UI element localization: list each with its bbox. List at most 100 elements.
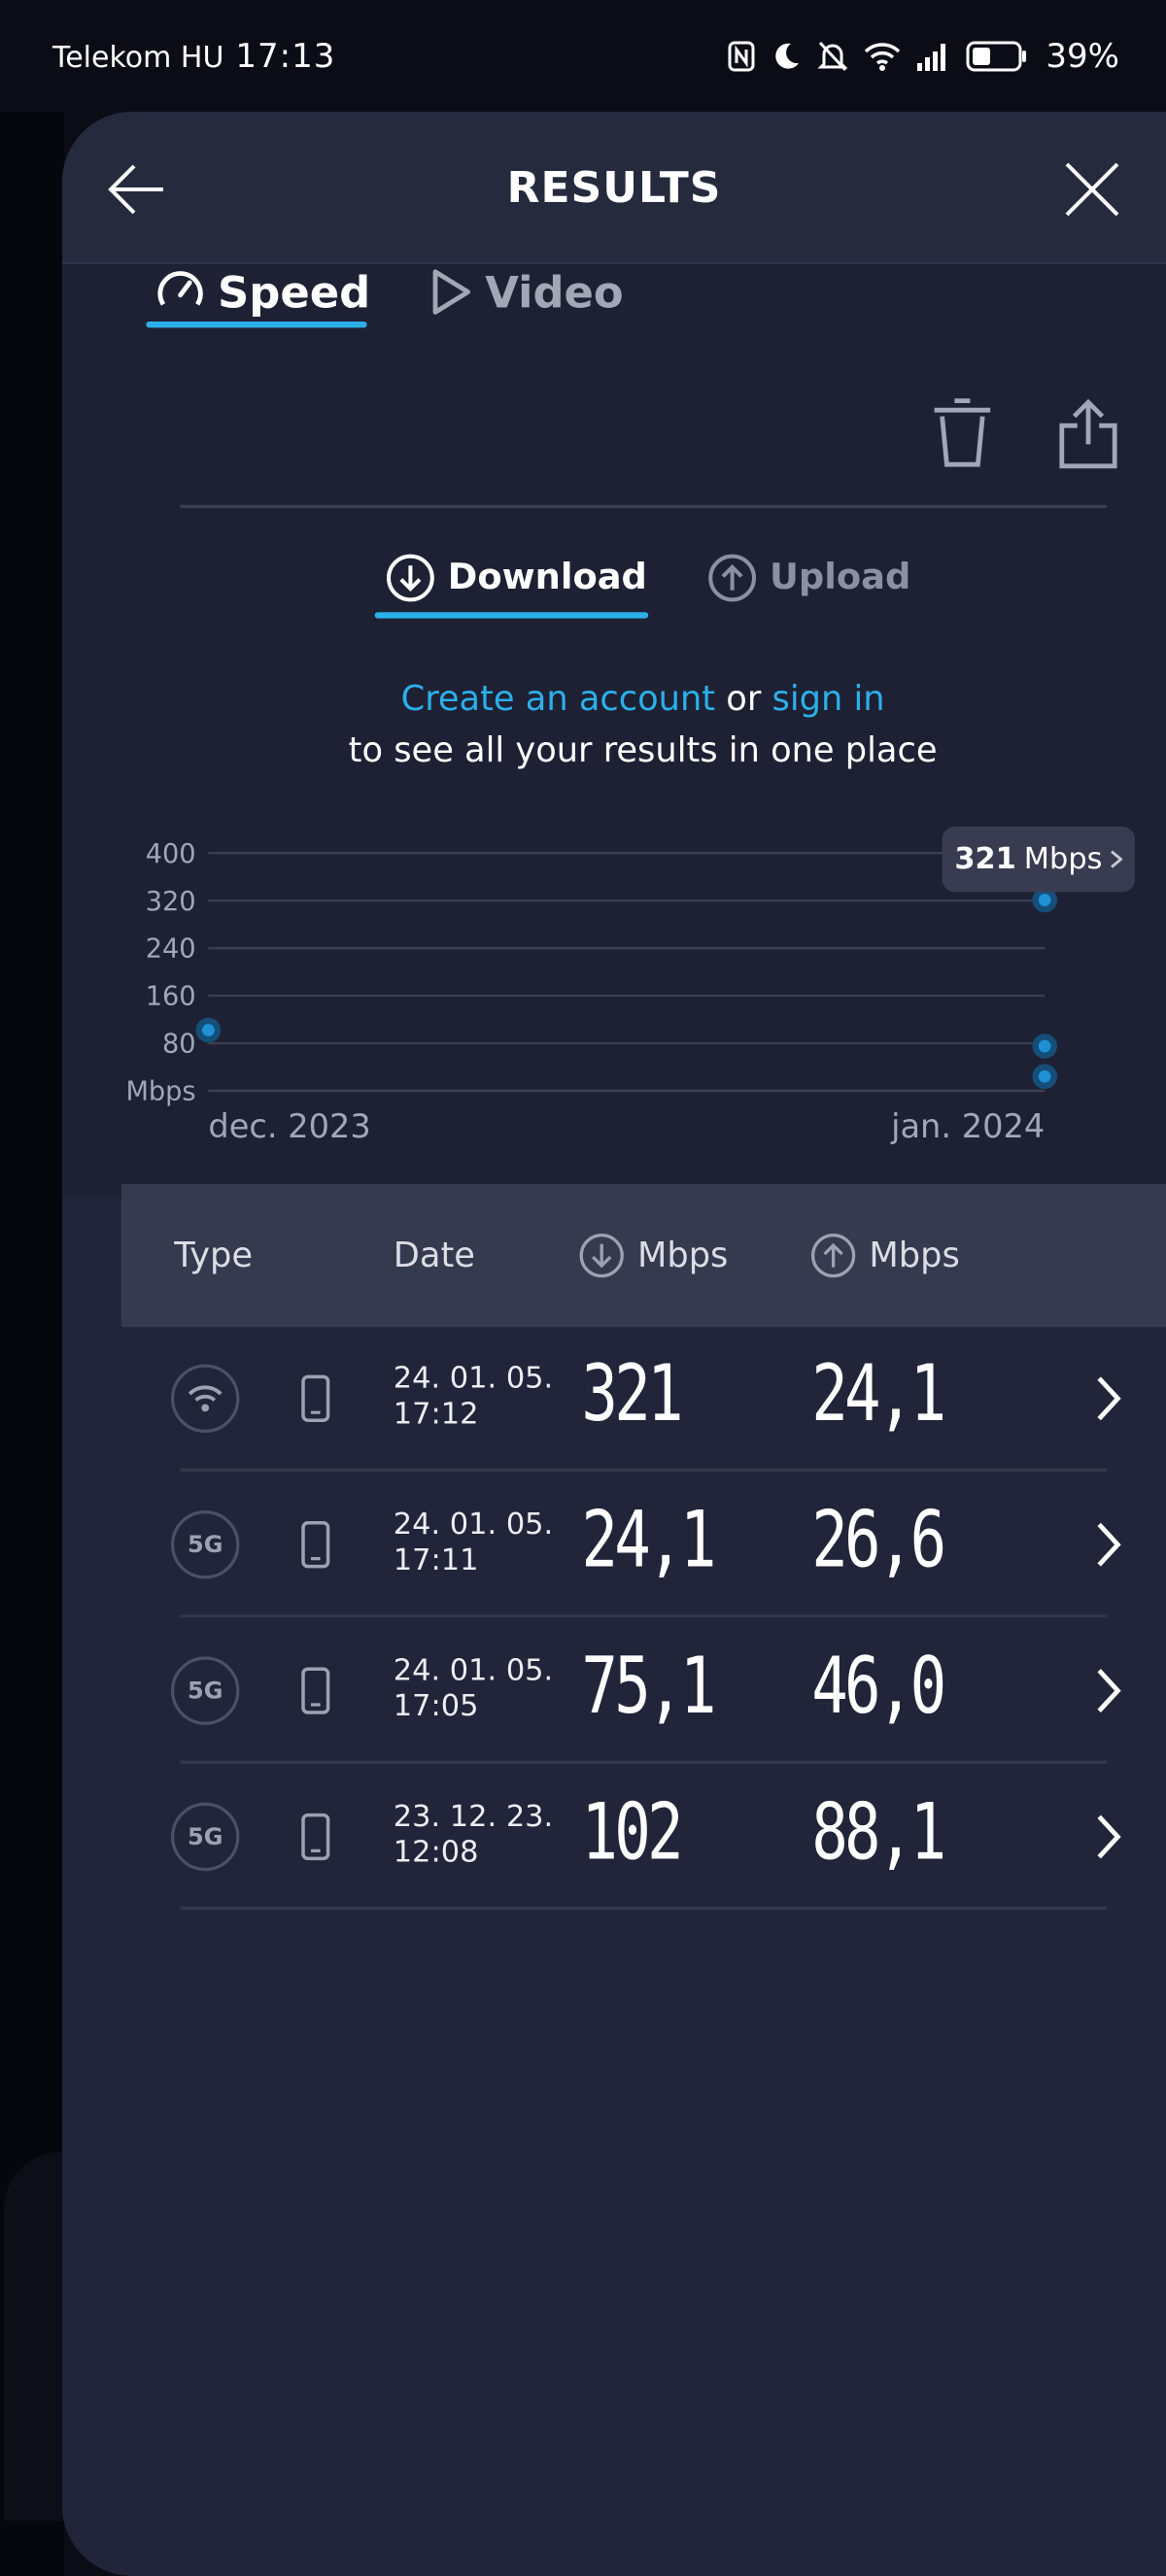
chevron-right-icon <box>1111 850 1123 868</box>
upload-arrow-icon <box>810 1233 856 1278</box>
row-divider <box>180 1760 1108 1764</box>
speedometer-icon <box>157 271 203 306</box>
chart-x-tick-label: dec. 2023 <box>208 1107 370 1145</box>
table-header: Type Date Mbps Mbps <box>120 1184 1166 1328</box>
carrier-name: Telekom HU <box>52 40 224 75</box>
connection-type-badge <box>171 1364 240 1433</box>
chevron-right-icon[interactable] <box>1094 1373 1122 1423</box>
phone-icon <box>301 1813 330 1861</box>
column-upload-label: Mbps <box>869 1236 960 1275</box>
row-divider <box>180 1468 1108 1472</box>
create-account-link[interactable]: Create an account <box>401 681 715 720</box>
results-sheet: RESULTS Speed Video Download Upload Crea… <box>62 112 1166 2576</box>
download-speed: 321 <box>581 1348 683 1440</box>
upload-speed: 88,1 <box>811 1786 946 1878</box>
column-upload: Mbps <box>810 1184 960 1327</box>
chart-y-tick-label: 400 <box>146 839 196 869</box>
connection-type-badge: 5G <box>171 1510 240 1579</box>
phone-icon <box>301 1374 330 1422</box>
account-message-line1: Create an account or sign in <box>62 674 1166 726</box>
share-icon[interactable] <box>1057 397 1119 469</box>
status-right: 39% <box>727 37 1119 76</box>
status-time: 17:13 <box>235 36 336 76</box>
row-date: 24. 01. 05. 17:12 <box>394 1361 553 1433</box>
play-icon <box>432 269 471 315</box>
chart-y-tick-label: 80 <box>162 1030 196 1060</box>
table-row[interactable]: 5G 23. 12. 23. 12:08 102 88,1 <box>121 1765 1166 1908</box>
wifi-status-icon <box>865 42 901 71</box>
phone-icon <box>301 1667 330 1714</box>
status-bar: Telekom HU 17:13 39% <box>0 0 1166 112</box>
row-date-time: 17:05 <box>393 1689 479 1724</box>
tooltip-value: 321 <box>954 842 1016 877</box>
subtab-download-label: Download <box>447 558 647 598</box>
column-date: Date <box>393 1236 475 1275</box>
background-app-edge <box>0 112 72 2576</box>
column-download-label: Mbps <box>637 1236 729 1275</box>
download-speed: 75,1 <box>581 1641 716 1732</box>
signal-icon <box>917 43 946 71</box>
row-date-day: 24. 01. 05. <box>393 1507 554 1542</box>
upload-speed: 46,0 <box>811 1641 946 1732</box>
row-date-time: 12:08 <box>393 1835 479 1870</box>
row-date-day: 23. 12. 23. <box>393 1799 554 1834</box>
tooltip-unit: Mbps <box>1023 842 1103 877</box>
chevron-right-icon[interactable] <box>1094 1520 1122 1570</box>
subtab-download-underline <box>374 612 649 619</box>
phone-icon <box>301 1521 330 1569</box>
row-date: 23. 12. 23. 12:08 <box>394 1800 553 1872</box>
chart-y-tick-label: 160 <box>146 982 196 1012</box>
upload-arrow-icon <box>708 554 757 602</box>
chevron-right-icon[interactable] <box>1094 1812 1122 1861</box>
tab-video[interactable]: Video <box>429 249 624 336</box>
row-date-time: 17:12 <box>393 1397 479 1432</box>
row-date-day: 24. 01. 05. <box>393 1653 554 1688</box>
table-row[interactable]: 24. 01. 05. 17:12 321 24,1 <box>121 1327 1166 1470</box>
subtab-download[interactable]: Download <box>386 553 647 602</box>
trash-icon[interactable] <box>931 397 993 469</box>
connection-type-badge: 5G <box>171 1802 240 1872</box>
chevron-right-icon[interactable] <box>1094 1666 1122 1715</box>
download-speed: 24,1 <box>581 1495 716 1585</box>
tab-speed-underline <box>146 322 367 328</box>
account-message-line2: to see all your results in one place <box>348 731 938 771</box>
row-date-time: 17:11 <box>393 1542 479 1577</box>
download-speed: 102 <box>581 1786 683 1878</box>
chart-y-tick-label: 240 <box>146 934 196 965</box>
chart-y-tick-label: 320 <box>146 887 196 917</box>
row-date-day: 24. 01. 05. <box>393 1361 554 1396</box>
table-row[interactable]: 5G 24. 01. 05. 17:11 24,1 26,6 <box>121 1474 1166 1616</box>
bell-muted-icon <box>817 41 849 71</box>
table-row[interactable]: 5G 24. 01. 05. 17:05 75,1 46,0 <box>121 1619 1166 1762</box>
sign-in-link[interactable]: sign in <box>772 681 885 720</box>
row-date: 24. 01. 05. 17:11 <box>394 1508 553 1579</box>
nfc-icon <box>728 41 755 71</box>
download-arrow-icon <box>579 1233 624 1278</box>
connection-type-badge: 5G <box>171 1656 240 1725</box>
status-left: Telekom HU 17:13 <box>52 37 335 76</box>
row-divider <box>180 1907 1108 1911</box>
chart-point[interactable] <box>1038 894 1051 906</box>
chart-point[interactable] <box>1038 1069 1051 1083</box>
upload-speed: 26,6 <box>811 1495 946 1585</box>
column-type: Type <box>174 1236 254 1275</box>
subtab-upload[interactable]: Upload <box>707 553 910 602</box>
chart-tooltip[interactable]: 321 Mbps <box>942 827 1135 893</box>
tab-divider <box>180 504 1108 508</box>
chart-point[interactable] <box>202 1024 215 1036</box>
or-text: or <box>715 680 772 720</box>
moon-icon <box>775 43 800 69</box>
chart-point[interactable] <box>1038 1039 1051 1053</box>
row-divider <box>180 1614 1108 1618</box>
row-date: 24. 01. 05. 17:05 <box>394 1653 553 1725</box>
wifi-icon <box>188 1385 223 1412</box>
battery-percent: 39% <box>1046 36 1119 76</box>
battery-icon <box>966 41 1027 71</box>
column-download: Mbps <box>578 1184 728 1327</box>
tab-video-label: Video <box>485 266 624 318</box>
tab-speed-label: Speed <box>218 266 371 318</box>
chart-x-tick-label: jan. 2024 <box>890 1107 1045 1145</box>
content-layer: Speed Video Download Upload Create an ac… <box>62 112 1166 2552</box>
subtab-upload-label: Upload <box>770 558 911 598</box>
chart-y-axis-label: Mbps <box>125 1077 195 1107</box>
